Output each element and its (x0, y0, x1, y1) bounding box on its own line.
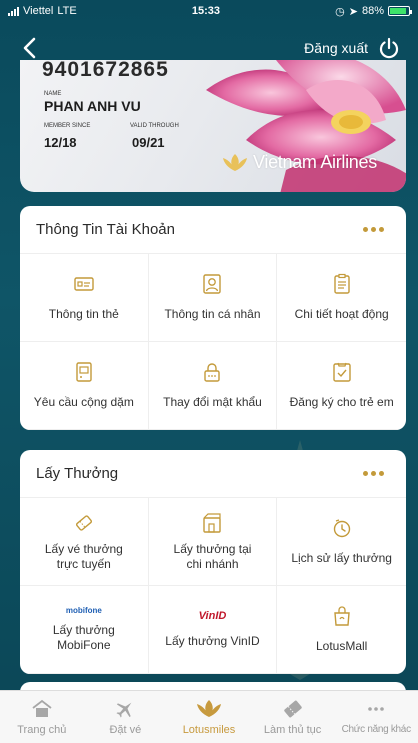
mobifone-award-label: Lấy thưởng MobiFone (52, 623, 115, 652)
tab-more-label: Chức năng khác (341, 724, 412, 735)
branch-award-label: Lấy thưởng tại chi nhánh (173, 541, 252, 571)
name-label: NAME (44, 91, 62, 97)
online-award-ticket-item[interactable]: Lấy vé thưởng trực tuyến (20, 498, 149, 586)
account-panel-header: Thông Tin Tài Khoản (20, 206, 406, 254)
card-info-label: Thông tin thẻ (48, 307, 119, 321)
account-more-button[interactable] (359, 223, 388, 236)
personal-info-label: Thông tin cá nhân (164, 307, 261, 321)
clipboard-icon (333, 273, 350, 294)
tab-lotusmiles[interactable]: Lotusmiles (167, 691, 251, 743)
network-label: LTE (57, 5, 77, 17)
ticket-icon (75, 514, 92, 531)
member-name: PHAN ANH VU (44, 98, 141, 114)
vietnam-airlines-logo: Vietnam Airlines (220, 152, 377, 173)
status-bar: Viettel LTE 15:33 ◷ ➤ 88% (0, 0, 418, 22)
mobifone-award-item[interactable]: mobifone Lấy thưởng MobiFone (20, 586, 149, 674)
alarm-icon: ◷ (335, 5, 345, 18)
tab-booking-label: Đặt vé (109, 723, 142, 736)
battery-percent: 88% (361, 5, 384, 17)
branch-icon (203, 512, 222, 533)
logout-label: Đăng xuất (304, 40, 368, 56)
lotusmall-item[interactable]: LotusMall (277, 586, 406, 674)
power-icon (379, 37, 399, 59)
location-icon: ➤ (348, 5, 358, 18)
logout-button[interactable]: Đăng xuất (304, 37, 400, 59)
branch-award-item[interactable]: Lấy thưởng tại chi nhánh (148, 498, 278, 586)
tab-more[interactable]: Chức năng khác (334, 691, 418, 743)
checkin-icon (283, 700, 302, 717)
home-icon (32, 699, 52, 717)
tab-checkin[interactable]: Làm thủ tục (251, 691, 335, 743)
rewards-panel-header: Lấy Thưởng (20, 450, 406, 498)
request-icon (76, 362, 92, 382)
award-history-item[interactable]: Lịch sử lấy thưởng (277, 498, 406, 586)
account-grid: Thông tin thẻ Thông tin cá nhân Chi tiết… (20, 254, 406, 430)
card-icon (74, 277, 94, 291)
vinid-logo: VinID (198, 610, 227, 622)
member-card[interactable]: 9401672865 NAME PHAN ANH VU MEMBER SINCE… (20, 60, 406, 192)
member-since-label: MEMBER SINCE (44, 123, 91, 129)
person-icon (203, 274, 222, 294)
tab-booking[interactable]: Đặt vé (84, 691, 168, 743)
account-info-panel: Thông Tin Tài Khoản Thông tin thẻ Thông … (20, 206, 406, 430)
back-button[interactable] (22, 33, 46, 63)
tab-checkin-label: Làm thủ tục (263, 723, 322, 736)
shopping-bag-icon (333, 606, 350, 626)
activity-details-item[interactable]: Chi tiết hoạt động (277, 254, 406, 342)
chevron-left-icon (23, 37, 36, 59)
valid-through-label: VALID THROUGH (130, 123, 179, 129)
vinid-award-item[interactable]: VinID Lấy thưởng VinID (148, 586, 278, 674)
tab-home-label: Trang chủ (17, 723, 67, 736)
status-left: Viettel LTE (8, 5, 77, 17)
card-number: 9401672865 (42, 60, 169, 81)
award-history-label: Lịch sử lấy thưởng (291, 551, 392, 565)
carrier-label: Viettel (23, 5, 54, 17)
vinid-award-label: Lấy thưởng VinID (165, 634, 260, 648)
battery-icon (387, 6, 412, 16)
lock-icon (204, 363, 221, 382)
plane-icon (116, 702, 132, 717)
rewards-more-button[interactable] (359, 467, 388, 480)
signal-icon (8, 6, 19, 16)
lotus-logo-icon (223, 153, 247, 171)
account-panel-title: Thông Tin Tài Khoản (36, 221, 175, 238)
rewards-panel-title: Lấy Thưởng (36, 465, 119, 482)
change-password-label: Thay đổi mật khẩu (163, 395, 262, 409)
activity-details-label: Chi tiết hoạt động (294, 307, 389, 321)
status-right: ◷ ➤ 88% (335, 5, 412, 18)
card-info-item[interactable]: Thông tin thẻ (20, 254, 149, 342)
more-icon (368, 707, 384, 711)
status-time: 15:33 (191, 5, 220, 17)
online-award-ticket-label: Lấy vé thưởng trực tuyến (44, 541, 123, 571)
valid-through-value: 09/21 (132, 135, 165, 150)
mileage-request-item[interactable]: Yêu cầu cộng dặm (20, 342, 149, 430)
mobifone-logo: mobifone (65, 606, 102, 615)
register-child-item[interactable]: Đăng ký cho trẻ em (277, 342, 406, 430)
clock-icon (333, 519, 350, 538)
tab-home[interactable]: Trang chủ (0, 691, 84, 743)
change-password-item[interactable]: Thay đổi mật khẩu (148, 342, 278, 430)
register-child-label: Đăng ký cho trẻ em (289, 395, 394, 409)
lotusmall-label: LotusMall (315, 639, 368, 653)
rewards-panel: Lấy Thưởng Lấy vé thưởng trực tuyến Lấy … (20, 450, 406, 674)
personal-info-item[interactable]: Thông tin cá nhân (148, 254, 278, 342)
member-since-value: 12/18 (44, 135, 77, 150)
register-child-icon (332, 362, 351, 382)
mileage-request-label: Yêu cầu cộng dặm (33, 395, 134, 409)
lotus-icon (196, 699, 221, 717)
brand-name: Vietnam Airlines (253, 152, 377, 172)
tab-lotusmiles-label: Lotusmiles (182, 723, 236, 736)
rewards-grid: Lấy vé thưởng trực tuyến Lấy thưởng tại … (20, 498, 406, 674)
app-screen: Viettel LTE 15:33 ◷ ➤ 88% Đăng xuất 9401… (0, 0, 418, 743)
bottom-tab-bar: Trang chủ Đặt vé Lotusmiles Làm thủ tục … (0, 690, 418, 743)
